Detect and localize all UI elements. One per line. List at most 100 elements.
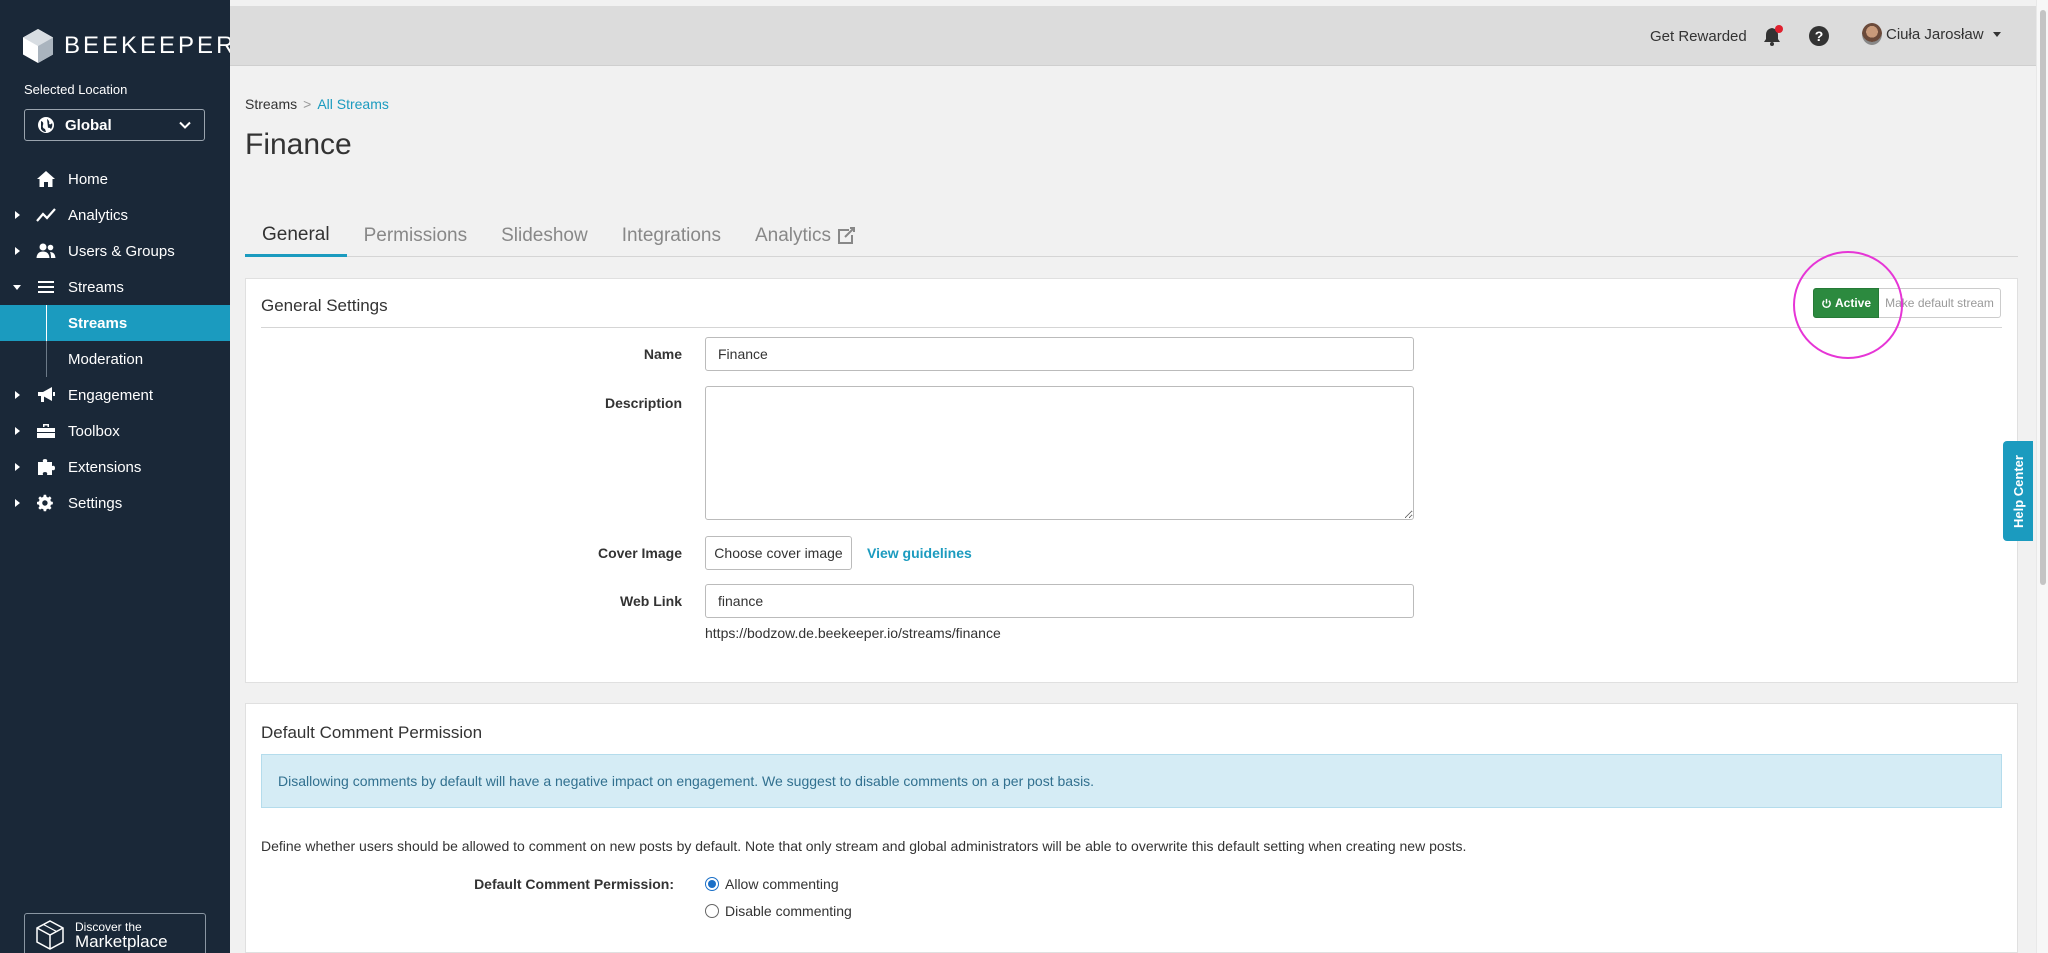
sidebar-item-engagement[interactable]: Engagement [0, 377, 230, 413]
caret-down-icon [13, 285, 21, 290]
name-label: Name [643, 346, 682, 362]
radio-label: Disable commenting [725, 903, 852, 919]
caret-right-icon [15, 463, 20, 471]
notification-bell-icon[interactable] [1762, 25, 1784, 47]
top-bar: Get Rewarded ? Ciuła Jarosław [230, 6, 2036, 66]
comment-permission-card: Default Comment Permission Disallowing c… [245, 703, 2018, 953]
power-icon [1822, 298, 1831, 308]
divider [261, 327, 2002, 328]
tree-line [46, 341, 47, 377]
tree-line [46, 305, 47, 341]
home-icon [37, 171, 55, 187]
sidebar-item-label: Home [68, 170, 109, 188]
avatar [1862, 23, 1882, 45]
puzzle-icon [38, 459, 55, 475]
tab-label: Permissions [363, 225, 468, 246]
name-input[interactable] [705, 337, 1414, 371]
chart-line-icon [36, 208, 56, 222]
breadcrumb-root[interactable]: Streams [245, 96, 297, 112]
page-title: Finance [245, 128, 352, 161]
location-value: Global [65, 116, 112, 134]
selected-location-label: Selected Location [24, 82, 128, 97]
marketplace-small-label: Discover the [75, 919, 142, 934]
marketplace-cube-icon [36, 920, 64, 950]
breadcrumb-all-streams[interactable]: All Streams [317, 96, 389, 112]
caret-right-icon [15, 427, 20, 435]
toolbox-icon [37, 424, 55, 438]
sidebar: BEEKEEPER Selected Location Global Home … [0, 0, 233, 953]
sidebar-item-home[interactable]: Home [0, 161, 230, 197]
active-toggle-button[interactable]: Active [1813, 288, 1879, 318]
view-guidelines-link[interactable]: View guidelines [867, 545, 972, 561]
help-icon[interactable]: ? [1808, 25, 1830, 47]
make-default-stream-button[interactable]: Make default stream [1879, 288, 2001, 318]
radio-disable-commenting[interactable]: Disable commenting [705, 903, 852, 919]
description-textarea[interactable] [705, 386, 1414, 520]
web-link-input[interactable] [705, 584, 1414, 618]
caret-down-icon [1992, 32, 2001, 37]
tab-bar: General Permissions Slideshow Integratio… [245, 215, 2018, 257]
sidebar-item-label: Toolbox [68, 422, 120, 440]
sidebar-nav: Home Analytics Users & Groups Streams St… [0, 161, 230, 521]
marketplace-button[interactable]: Discover the Marketplace [24, 913, 206, 953]
marketplace-text: Discover the Marketplace [75, 921, 168, 950]
logo[interactable]: BEEKEEPER [22, 28, 236, 64]
caret-right-icon [15, 247, 20, 255]
radio-allow-commenting[interactable]: Allow commenting [705, 876, 839, 892]
sidebar-item-toolbox[interactable]: Toolbox [0, 413, 230, 449]
active-label: Active [1834, 296, 1872, 310]
breadcrumb: Streams > All Streams [245, 96, 389, 112]
location-select[interactable]: Global [24, 109, 205, 141]
sidebar-subitem-moderation[interactable]: Moderation [0, 341, 230, 377]
help-center-tab[interactable]: Help Center [2003, 441, 2033, 541]
radio-button[interactable] [705, 904, 719, 918]
cover-image-label: Cover Image [597, 545, 682, 561]
sidebar-item-users-groups[interactable]: Users & Groups [0, 233, 230, 269]
sidebar-item-label: Extensions [68, 458, 142, 476]
info-alert: Disallowing comments by default will hav… [261, 754, 2002, 808]
scrollbar[interactable] [2036, 0, 2048, 953]
general-settings-title: General Settings [261, 296, 388, 315]
sidebar-item-streams[interactable]: Streams [0, 269, 230, 305]
caret-right-icon [15, 211, 20, 219]
radio-button-checked[interactable] [705, 877, 719, 891]
radio-label: Allow commenting [725, 876, 839, 892]
sidebar-item-label: Analytics [68, 206, 129, 224]
user-name: Ciuła Jarosław [1886, 25, 1984, 43]
sidebar-item-analytics[interactable]: Analytics [0, 197, 230, 233]
default-comment-permission-label: Default Comment Permission: [474, 876, 674, 892]
sidebar-item-label: Streams [68, 278, 124, 296]
get-rewarded-link[interactable]: Get Rewarded [1650, 28, 1747, 45]
breadcrumb-separator: > [303, 96, 312, 112]
tab-label: Integrations [621, 225, 721, 246]
comment-permission-title: Default Comment Permission [261, 723, 483, 742]
tab-analytics[interactable]: Analytics [738, 215, 873, 257]
sidebar-item-label: Moderation [68, 350, 144, 368]
sidebar-item-extensions[interactable]: Extensions [0, 449, 230, 485]
tab-label: Analytics [755, 225, 832, 246]
sidebar-item-settings[interactable]: Settings [0, 485, 230, 521]
user-menu[interactable]: Ciuła Jarosław [1862, 23, 2002, 45]
tab-integrations[interactable]: Integrations [605, 215, 738, 257]
users-icon [36, 243, 56, 258]
sidebar-subitem-streams[interactable]: Streams [0, 305, 230, 341]
choose-cover-image-button[interactable]: Choose cover image [705, 536, 852, 570]
tab-permissions[interactable]: Permissions [347, 215, 484, 257]
sidebar-item-label: Users & Groups [68, 242, 175, 260]
stream-url: https://bodzow.de.beekeeper.io/streams/f… [705, 625, 1001, 641]
web-link-label: Web Link [620, 593, 682, 609]
caret-right-icon [15, 391, 20, 399]
sidebar-item-label: Engagement [68, 386, 154, 404]
comment-permission-description: Define whether users should be allowed t… [261, 838, 1467, 854]
scrollbar-thumb[interactable] [2040, 10, 2046, 585]
megaphone-icon [38, 387, 55, 402]
general-settings-card: General Settings Active Make default str… [245, 251, 2018, 683]
tab-general[interactable]: General [245, 215, 347, 257]
gear-icon [37, 494, 53, 512]
marketplace-label: Marketplace [75, 931, 168, 951]
tab-slideshow[interactable]: Slideshow [484, 215, 605, 257]
beekeeper-logo-icon [23, 29, 53, 63]
tab-label: General [262, 223, 330, 245]
list-icon [38, 281, 54, 293]
tab-label: Slideshow [501, 225, 588, 246]
